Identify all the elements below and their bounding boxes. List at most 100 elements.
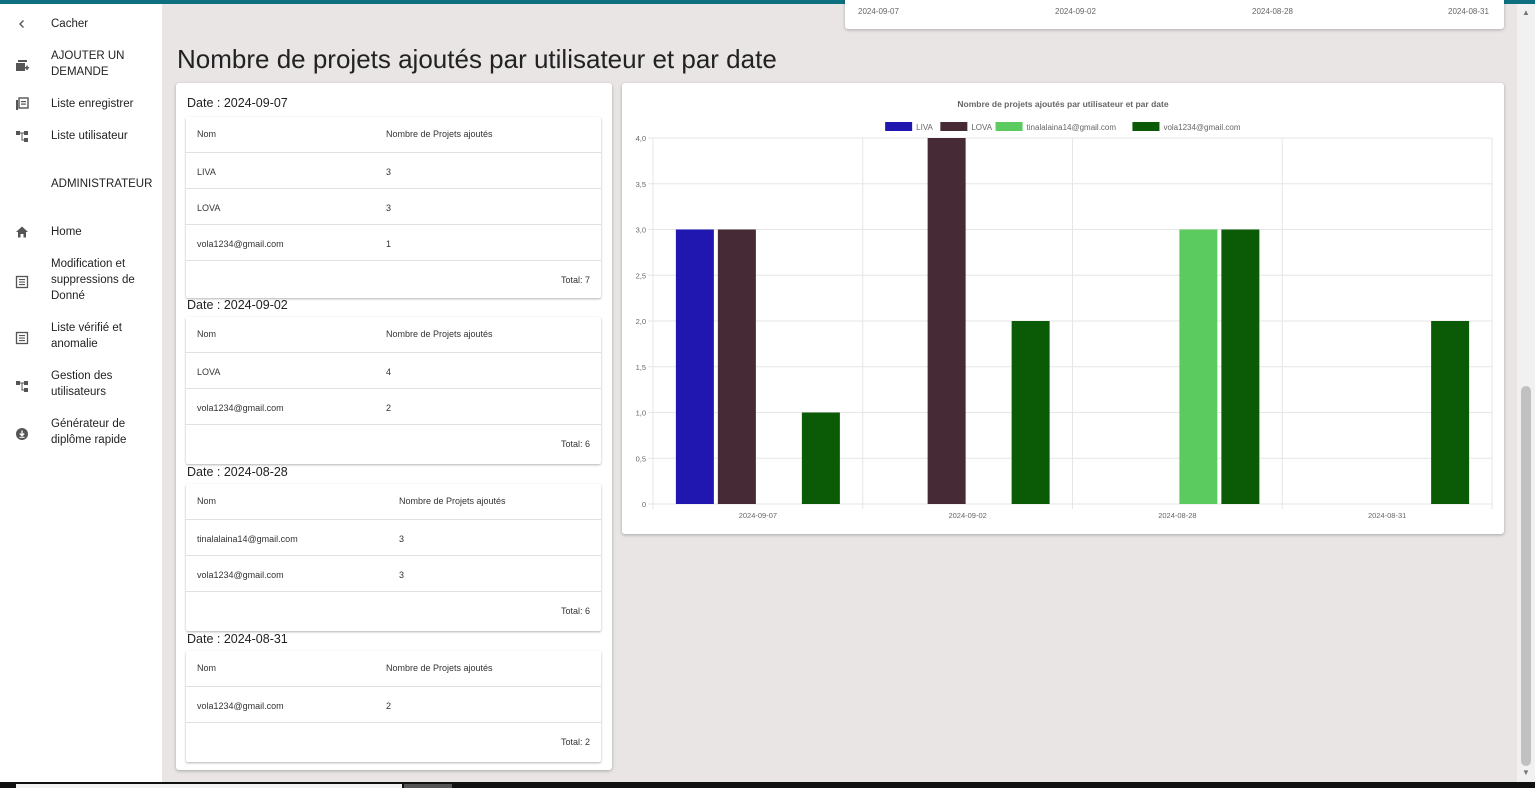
cell-name: vola1234@gmail.com <box>197 570 284 580</box>
projects-table: Nom Nombre de Projets ajoutés LIVA 3 LOV… <box>186 117 601 298</box>
column-header-count: Nombre de Projets ajoutés <box>386 663 493 673</box>
column-header-name: Nom <box>197 329 217 339</box>
bar-chart: Nombre de projets ajoutés par utilisateu… <box>636 99 1493 520</box>
legend-swatch <box>1132 122 1160 131</box>
cell-count: 3 <box>399 534 405 544</box>
taskbar-segment <box>16 784 402 788</box>
group-date-label: Date : 2024-08-28 <box>187 465 288 479</box>
sidebar-item-label: Cacher <box>51 18 89 30</box>
sidebar-item-diploma-generator[interactable]: Générateur de diplôme rapide <box>0 416 162 450</box>
table-row: tinalalaina14@gmail.com 3 <box>186 520 601 556</box>
total-label: Total: 6 <box>560 439 590 449</box>
table-row: LIVA 3 <box>186 153 601 189</box>
cell-name: vola1234@gmail.com <box>197 239 284 249</box>
x-tick-label: 2024-09-07 <box>858 7 899 16</box>
table-total-row: Total: 7 <box>186 261 601 297</box>
page-title: Nombre de projets ajoutés par utilisateu… <box>177 44 777 74</box>
legend-label: vola1234@gmail.com <box>1163 123 1240 132</box>
cell-count: 3 <box>386 167 392 177</box>
hierarchy-icon <box>14 378 30 394</box>
projects-table: Nom Nombre de Projets ajoutés vola1234@g… <box>186 651 601 762</box>
table-total-row: Total: 2 <box>186 723 601 759</box>
column-header-count: Nombre de Projets ajoutés <box>399 496 506 506</box>
legend-swatch <box>940 122 968 131</box>
table-row: vola1234@gmail.com 2 <box>186 389 601 425</box>
total-label: Total: 2 <box>560 737 590 747</box>
y-tick-label: 1,5 <box>636 363 646 372</box>
table-row: LOVA 4 <box>186 353 601 389</box>
legend-swatch <box>995 122 1023 131</box>
bar <box>675 229 714 504</box>
sidebar-item-label: Liste vérifié et anomalie <box>51 322 122 350</box>
sidebar-section-admin: ADMINISTRATEUR <box>0 176 162 196</box>
group-date-label: Date : 2024-08-31 <box>187 632 288 646</box>
table-header: Nom Nombre de Projets ajoutés <box>186 651 601 687</box>
table-row: vola1234@gmail.com 3 <box>186 556 601 592</box>
y-tick-label: 0 <box>642 500 646 509</box>
sidebar-item-home[interactable]: Home <box>0 224 162 244</box>
sidebar-item-user-management[interactable]: Gestion des utilisateurs <box>0 368 162 402</box>
column-header-name: Nom <box>197 496 217 506</box>
total-label: Total: 7 <box>560 275 590 285</box>
bar <box>717 229 756 504</box>
sidebar-item-label: Liste enregistrer <box>51 98 134 110</box>
taskbar-strip <box>0 782 1535 788</box>
y-tick-label: 2,0 <box>636 317 646 326</box>
column-header-name: Nom <box>197 663 217 673</box>
projects-table: Nom Nombre de Projets ajoutés LOVA 4 vol… <box>186 317 601 464</box>
sidebar-item-add-request[interactable]: AJOUTER UN DEMANDE <box>0 48 162 82</box>
cell-count: 1 <box>386 239 392 249</box>
bar <box>927 138 966 504</box>
y-tick-label: 0,5 <box>636 454 646 463</box>
table-row: vola1234@gmail.com 2 <box>186 687 601 723</box>
x-tick-label: 2024-08-28 <box>1158 511 1196 520</box>
cell-count: 3 <box>399 570 405 580</box>
sidebar-item-label: Liste utilisateur <box>51 130 128 142</box>
sidebar-item-users-list[interactable]: Liste utilisateur <box>0 128 162 148</box>
table-row: LOVA 3 <box>186 189 601 225</box>
previous-chart-card: 2024-09-07 2024-09-02 2024-08-28 2024-08… <box>845 0 1504 29</box>
list-icon <box>14 96 30 112</box>
projects-by-date-card: Date : 2024-09-07 Nom Nombre de Projets … <box>176 83 612 770</box>
sidebar-item-modifications[interactable]: Modification et suppressions de Donné <box>0 256 162 306</box>
y-tick-label: 2,5 <box>636 271 646 280</box>
bar <box>1179 229 1218 504</box>
sidebar-item-verified-list[interactable]: Liste vérifié et anomalie <box>0 320 162 354</box>
x-tick-label: 2024-08-28 <box>1252 7 1293 16</box>
bar <box>1011 321 1050 504</box>
column-header-name: Nom <box>197 129 217 139</box>
sidebar-section-label: ADMINISTRATEUR <box>51 178 153 190</box>
cell-name: LOVA <box>197 367 221 377</box>
sidebar-item-hide[interactable]: Cacher <box>0 16 162 36</box>
scroll-down-arrow-icon[interactable]: ▼ <box>1521 768 1531 778</box>
x-tick-label: 2024-09-07 <box>739 511 777 520</box>
table-total-row: Total: 6 <box>186 592 601 628</box>
column-header-count: Nombre de Projets ajoutés <box>386 329 493 339</box>
cell-name: vola1234@gmail.com <box>197 701 284 711</box>
y-tick-label: 4,0 <box>636 134 646 143</box>
bar <box>801 412 840 504</box>
scroll-up-arrow-icon[interactable]: ▲ <box>1521 8 1531 18</box>
cell-count: 2 <box>386 403 392 413</box>
sidebar-item-label: AJOUTER UN DEMANDE <box>51 50 125 78</box>
checked-list-icon <box>14 330 30 346</box>
page-scrollbar[interactable]: ▲ ▼ <box>1517 4 1535 782</box>
y-tick-label: 1,0 <box>636 409 646 418</box>
chevron-left-icon <box>14 16 30 32</box>
scrollbar-thumb[interactable] <box>1521 386 1531 766</box>
cell-count: 4 <box>386 367 392 377</box>
sidebar-item-saved-list[interactable]: Liste enregistrer <box>0 96 162 116</box>
group-date-label: Date : 2024-09-07 <box>187 96 288 110</box>
cell-name: LOVA <box>197 203 221 213</box>
x-tick-label: 2024-08-31 <box>1448 7 1489 16</box>
download-circle-icon <box>14 426 30 442</box>
cell-count: 3 <box>386 203 392 213</box>
y-tick-label: 3,5 <box>636 180 646 189</box>
table-header: Nom Nombre de Projets ajoutés <box>186 317 601 353</box>
sidebar: Cacher AJOUTER UN DEMANDE Liste enregist… <box>0 4 162 782</box>
table-total-row: Total: 6 <box>186 425 601 461</box>
bar-chart-card: Nombre de projets ajoutés par utilisateu… <box>622 83 1504 534</box>
add-request-icon <box>14 58 30 74</box>
legend-label: LIVA <box>916 123 933 132</box>
taskbar-segment <box>404 784 452 788</box>
